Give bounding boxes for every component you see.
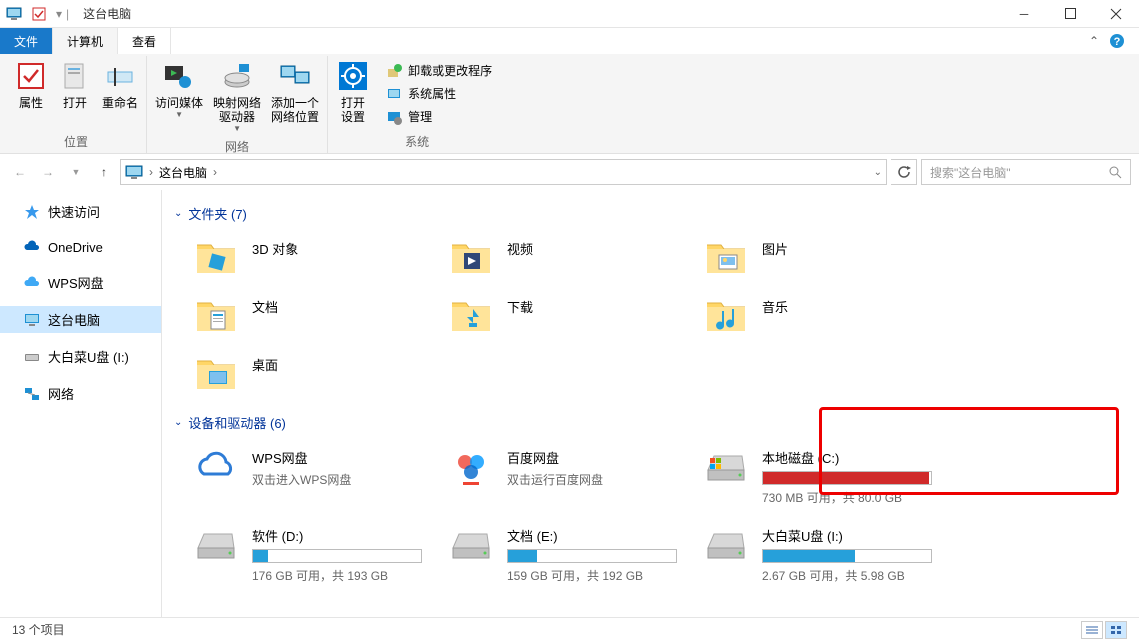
drive-item[interactable]: 大白菜U盘 (I:)2.67 GB 可用，共 5.98 GB [684, 520, 939, 598]
search-placeholder: 搜索"这台电脑" [930, 164, 1011, 181]
folder-item[interactable]: 桌面 [174, 349, 429, 407]
drive-usage-bar [762, 471, 932, 485]
folder-icon [194, 237, 238, 277]
ribbon-group-location: 属性 打开 重命名 位置 [6, 56, 147, 153]
properties-button[interactable]: 属性 [10, 58, 52, 112]
minimize-button[interactable]: ─ [1001, 0, 1047, 28]
section-devices[interactable]: ⌄设备和驱动器 (6) [174, 413, 1127, 432]
uninstall-button[interactable]: 卸载或更改程序 [382, 60, 496, 81]
qat-dropdown-icon[interactable]: ▾ [56, 7, 62, 21]
folder-label: 音乐 [762, 297, 929, 316]
search-icon [1108, 165, 1122, 179]
maximize-button[interactable] [1047, 0, 1093, 28]
folder-item[interactable]: 文档 [174, 291, 429, 349]
up-button[interactable]: ↑ [92, 160, 116, 184]
address-input[interactable]: › 这台电脑 › ⌄ [120, 159, 887, 185]
section-folders[interactable]: ⌄文件夹 (7) [174, 204, 1127, 223]
drive-usage-bar [507, 549, 677, 563]
refresh-button[interactable] [891, 159, 917, 185]
system-properties-button[interactable]: 系统属性 [382, 83, 496, 104]
navigation-pane: 快速访问 OneDrive WPS网盘 这台电脑 大白菜U盘 (I:) 网络 [0, 190, 162, 620]
sidebar-item-usb[interactable]: 大白菜U盘 (I:) [0, 343, 161, 370]
drive-item[interactable]: 文档 (E:)159 GB 可用，共 192 GB [429, 520, 684, 598]
icons-view-button[interactable] [1105, 621, 1127, 639]
sidebar-item-network[interactable]: 网络 [0, 380, 161, 407]
chevron-right-icon[interactable]: › [149, 165, 153, 179]
folder-label: 图片 [762, 239, 929, 258]
manage-button[interactable]: 管理 [382, 106, 496, 127]
folder-icon [704, 295, 748, 335]
ribbon-tabs: 文件 计算机 查看 ⌃ ? [0, 28, 1139, 54]
folder-item[interactable]: 音乐 [684, 291, 939, 349]
open-settings-button[interactable]: 打开 设置 [332, 58, 374, 126]
cloud-icon [449, 446, 493, 486]
sidebar-item-thispc[interactable]: 这台电脑 [0, 306, 161, 333]
title-bar: ▾ | 这台电脑 ─ [0, 0, 1139, 28]
drive-icon [194, 528, 238, 562]
pc-icon [125, 163, 143, 181]
chevron-down-icon: ⌄ [174, 208, 182, 219]
content-pane: ⌄文件夹 (7) 3D 对象 视频 图片文档 下载 音乐桌面 ⌄设备和驱动器 (6) W… [162, 190, 1139, 620]
forward-button[interactable]: → [36, 160, 60, 184]
status-bar: 13 个项目 [0, 617, 1139, 641]
drive-icon [449, 528, 493, 562]
sidebar-item-onedrive[interactable]: OneDrive [0, 235, 161, 259]
drive-item[interactable]: 本地磁盘 (C:)730 MB 可用，共 80.0 GB [684, 442, 939, 520]
folder-icon [449, 295, 493, 335]
folder-icon [449, 237, 493, 277]
tab-file[interactable]: 文件 [0, 28, 53, 54]
cloud-icon [194, 446, 238, 486]
details-view-button[interactable] [1081, 621, 1103, 639]
cloud-item[interactable]: WPS网盘双击进入WPS网盘 [174, 442, 429, 520]
ribbon-group-system: 打开 设置 卸载或更改程序 系统属性 管理 系统 [328, 56, 506, 153]
chevron-right-icon[interactable]: › [213, 165, 217, 179]
folder-item[interactable]: 图片 [684, 233, 939, 291]
qat-props-icon[interactable] [32, 7, 46, 21]
folder-label: 下载 [507, 297, 674, 316]
status-text: 13 个项目 [12, 621, 65, 638]
tab-computer[interactable]: 计算机 [53, 28, 118, 54]
chevron-down-icon: ⌄ [174, 417, 182, 428]
close-button[interactable] [1093, 0, 1139, 28]
access-media-button[interactable]: 访问媒体 ▼ [151, 58, 207, 121]
sidebar-item-quickaccess[interactable]: 快速访问 [0, 198, 161, 225]
svg-text:?: ? [1114, 36, 1121, 48]
drive-usage-bar [252, 549, 422, 563]
drive-icon [704, 450, 748, 484]
folder-label: 文档 [252, 297, 419, 316]
address-dropdown-icon[interactable]: ⌄ [874, 167, 882, 178]
main-area: 快速访问 OneDrive WPS网盘 这台电脑 大白菜U盘 (I:) 网络 ⌄… [0, 190, 1139, 620]
ribbon: 属性 打开 重命名 位置 访问媒体 ▼ 映射网络 驱动器 ▼ [0, 54, 1139, 154]
rename-button[interactable]: 重命名 [98, 58, 142, 112]
window-title: 这台电脑 [83, 5, 131, 22]
folder-label: 视频 [507, 239, 674, 258]
collapse-ribbon-icon[interactable]: ⌃ [1089, 34, 1099, 48]
ribbon-group-network: 访问媒体 ▼ 映射网络 驱动器 ▼ 添加一个 网络位置 网络 [147, 56, 328, 153]
folder-item[interactable]: 视频 [429, 233, 684, 291]
address-text: 这台电脑 [159, 164, 207, 181]
folder-label: 桌面 [252, 355, 419, 374]
tab-view[interactable]: 查看 [118, 28, 171, 54]
drive-item[interactable]: 软件 (D:)176 GB 可用，共 193 GB [174, 520, 429, 598]
back-button[interactable]: ← [8, 160, 32, 184]
map-drive-button[interactable]: 映射网络 驱动器 ▼ [209, 58, 265, 135]
pc-icon [6, 6, 22, 22]
drive-icon [704, 528, 748, 562]
sidebar-item-wps[interactable]: WPS网盘 [0, 269, 161, 296]
open-button[interactable]: 打开 [54, 58, 96, 112]
title-sep: | [66, 7, 69, 21]
folder-item[interactable]: 下载 [429, 291, 684, 349]
drive-usage-bar [762, 549, 932, 563]
folder-icon [194, 295, 238, 335]
recent-dropdown[interactable]: ▼ [64, 160, 88, 184]
folder-icon [194, 353, 238, 393]
address-bar: ← → ▼ ↑ › 这台电脑 › ⌄ 搜索"这台电脑" [0, 154, 1139, 190]
folder-item[interactable]: 3D 对象 [174, 233, 429, 291]
folder-icon [704, 237, 748, 277]
cloud-item[interactable]: 百度网盘双击运行百度网盘 [429, 442, 684, 520]
folder-label: 3D 对象 [252, 239, 419, 258]
add-location-button[interactable]: 添加一个 网络位置 [267, 58, 323, 126]
search-input[interactable]: 搜索"这台电脑" [921, 159, 1131, 185]
help-icon[interactable]: ? [1109, 33, 1125, 49]
